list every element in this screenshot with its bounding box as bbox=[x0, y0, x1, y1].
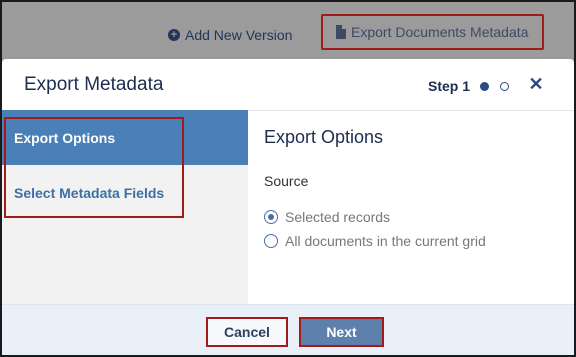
close-icon[interactable]: ✕ bbox=[528, 74, 544, 94]
radio-button-checked[interactable] bbox=[264, 210, 278, 224]
step-1-indicator bbox=[480, 82, 489, 91]
radio-selected-records[interactable]: Selected records bbox=[264, 209, 390, 225]
add-new-version-label: Add New Version bbox=[185, 27, 293, 43]
source-label: Source bbox=[264, 173, 309, 189]
add-new-version-button[interactable]: + Add New Version bbox=[168, 27, 292, 43]
document-icon bbox=[335, 25, 346, 39]
radio-all-documents[interactable]: All documents in the current grid bbox=[264, 233, 486, 249]
plus-circle-icon: + bbox=[168, 29, 180, 41]
export-documents-metadata-button[interactable]: Export Documents Metadata bbox=[321, 14, 545, 50]
screenshot-frame: + Add New Version Export Documents Metad… bbox=[0, 0, 576, 357]
radio-button-unchecked[interactable] bbox=[264, 234, 278, 248]
wizard-sidebar: Export Options Select Metadata Fields bbox=[2, 110, 248, 304]
radio-label-all-documents: All documents in the current grid bbox=[285, 233, 486, 249]
panel-title: Export Options bbox=[264, 127, 384, 147]
sidebar-item-select-metadata-fields[interactable]: Select Metadata Fields bbox=[14, 185, 164, 201]
export-documents-metadata-label: Export Documents Metadata bbox=[351, 24, 529, 40]
modal-header: Export Metadata Step 1 ✕ bbox=[2, 59, 574, 111]
export-options-panel: Export Options Source Selected records A… bbox=[248, 110, 574, 304]
export-metadata-modal: Export Metadata Step 1 ✕ Export Options … bbox=[2, 59, 574, 355]
cancel-button[interactable]: Cancel bbox=[206, 317, 288, 347]
sidebar-item-label-export-options[interactable]: Export Options bbox=[14, 130, 115, 146]
step-2-indicator bbox=[500, 82, 509, 91]
step-label: Step 1 bbox=[428, 78, 471, 94]
next-button[interactable]: Next bbox=[299, 317, 384, 347]
top-toolbar: + Add New Version Export Documents Metad… bbox=[2, 2, 574, 60]
modal-title: Export Metadata bbox=[24, 74, 164, 95]
radio-label-selected-records: Selected records bbox=[285, 209, 391, 225]
modal-footer: Cancel Next bbox=[2, 304, 574, 355]
